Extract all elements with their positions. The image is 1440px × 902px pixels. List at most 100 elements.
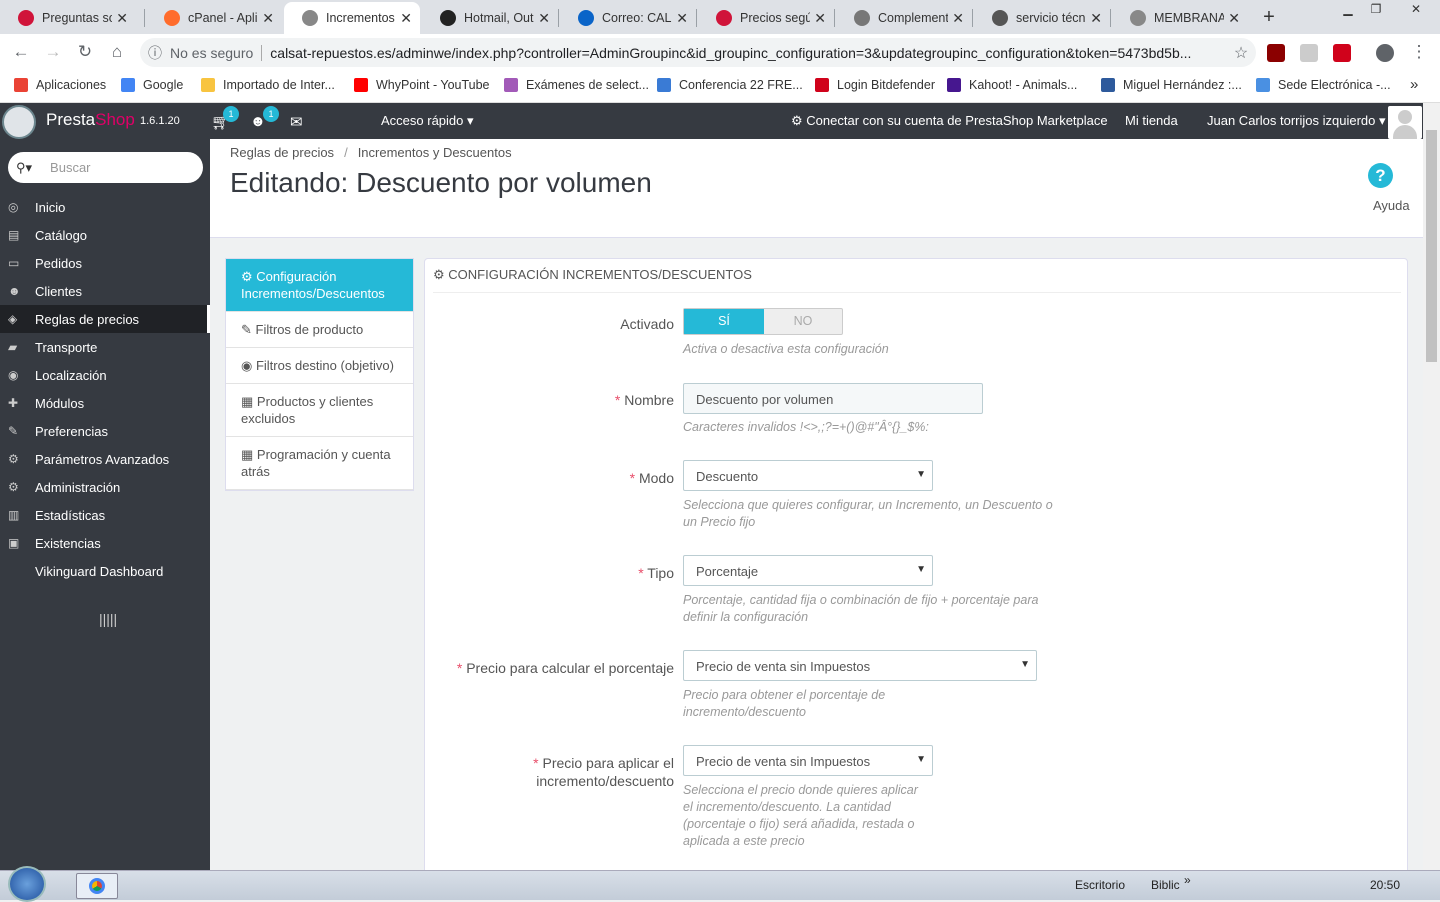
tipo-select[interactable]: Porcentaje ▼ <box>683 555 933 586</box>
browser-toolbar: ← → ↻ ⌂ ⓘ No es seguro calsat-repuestos.… <box>0 34 1440 70</box>
extension-icon[interactable] <box>1300 44 1318 62</box>
config-tab[interactable]: ▦ Programación y cuenta atrás <box>226 437 413 490</box>
search-input[interactable]: ⚲▾ Buscar <box>8 152 203 183</box>
new-tab-button[interactable]: + <box>1256 6 1282 30</box>
bookmark-item[interactable]: Sede Electrónica -... <box>1256 78 1391 92</box>
back-icon[interactable]: ← <box>10 42 32 64</box>
search-icon[interactable]: ⚲▾ <box>16 160 32 176</box>
sidebar-item[interactable]: ▤ Catálogo <box>0 221 210 249</box>
minimize-button[interactable]: ▁ <box>1334 0 1362 18</box>
chrome-taskbar-button[interactable] <box>76 873 118 899</box>
browser-tab[interactable]: cPanel - Aplic ✕ <box>146 2 282 34</box>
config-tab[interactable]: ▦ Productos y clientes excluidos <box>226 384 413 437</box>
bookmark-item[interactable]: Aplicaciones <box>14 78 106 92</box>
browser-tab[interactable]: Hotmail, Outl ✕ <box>422 2 558 34</box>
switch-yes[interactable]: SÍ <box>684 309 764 334</box>
activado-switch[interactable]: SÍ NO <box>683 308 843 335</box>
sidebar-item[interactable]: ◉ Localización <box>0 361 210 389</box>
sidebar-item[interactable]: ▣ Existencias <box>0 529 210 557</box>
browser-tab[interactable]: MEMBRANA P✕ <box>1112 2 1248 34</box>
page-scrollbar[interactable] <box>1423 103 1440 870</box>
browser-tab[interactable]: Complemento ✕ <box>836 2 972 34</box>
bookmark-item[interactable]: Conferencia 22 FRE... <box>657 78 803 92</box>
scrollbar-thumb[interactable] <box>1426 130 1437 362</box>
browser-tab[interactable]: Correo: CAL-S ✕ <box>560 2 696 34</box>
precio-calcular-select[interactable]: Precio de venta sin Impuestos ▼ <box>683 650 1037 681</box>
sidebar-item[interactable]: ▰ Transporte <box>0 333 210 361</box>
collapse-menu-icon[interactable]: ||||| <box>99 611 117 627</box>
info-icon[interactable]: ⓘ <box>140 43 170 63</box>
sidebar-item[interactable]: ⚙ Parámetros Avanzados <box>0 445 210 473</box>
modo-select[interactable]: Descuento ▼ <box>683 460 933 491</box>
sidebar-item[interactable]: ◎ Inicio <box>0 193 210 221</box>
home-icon[interactable]: ⌂ <box>106 42 128 64</box>
close-tab-icon[interactable]: ✕ <box>952 10 964 27</box>
pdf-extension-icon[interactable] <box>1267 44 1285 62</box>
sidebar-item[interactable]: ▥ Estadísticas <box>0 501 210 529</box>
url-text[interactable]: calsat-repuestos.es/adminwe/index.php?co… <box>270 45 1226 61</box>
sidebar-item[interactable]: ◈ Reglas de precios <box>0 305 210 333</box>
star-icon[interactable]: ☆ <box>1226 43 1256 63</box>
desktop-toolbar[interactable]: Escritorio <box>1075 878 1125 892</box>
close-tab-icon[interactable]: ✕ <box>1228 10 1240 27</box>
close-tab-icon[interactable]: ✕ <box>400 10 412 27</box>
config-tab[interactable]: ◉ Filtros destino (objetivo) <box>226 348 413 384</box>
sidebar-item[interactable]: ▭ Pedidos <box>0 249 210 277</box>
sidebar-item[interactable]: ✚ Módulos <box>0 389 210 417</box>
brand-name[interactable]: PrestaShop <box>46 110 135 130</box>
breadcrumb-item[interactable]: Incrementos y Descuentos <box>358 145 512 160</box>
config-tab[interactable]: ✎ Filtros de producto <box>226 312 413 348</box>
help-label[interactable]: Ayuda <box>1373 198 1410 213</box>
bookmark-item[interactable]: WhyPoint - YouTube <box>354 78 490 92</box>
bookmark-item[interactable]: Miguel Hernández :... <box>1101 78 1242 92</box>
start-button[interactable] <box>8 866 46 902</box>
sidebar-item[interactable]: ☻ Clientes <box>0 277 210 305</box>
tab-separator <box>972 9 973 27</box>
bookmark-favicon-icon <box>947 78 961 92</box>
profile-icon[interactable] <box>1376 44 1394 62</box>
quick-access-menu[interactable]: Acceso rápido ▾ <box>381 113 474 129</box>
bookmark-item[interactable]: Google <box>121 78 183 92</box>
employee-menu[interactable]: Juan Carlos torrijos izquierdo ▾ <box>1207 113 1386 129</box>
close-tab-icon[interactable]: ✕ <box>262 10 274 27</box>
close-tab-icon[interactable]: ✕ <box>116 10 128 27</box>
close-tab-icon[interactable]: ✕ <box>814 10 826 27</box>
browser-tab[interactable]: Precios según✕ <box>698 2 834 34</box>
close-tab-icon[interactable]: ✕ <box>1090 10 1102 27</box>
toolbar-more[interactable]: » <box>1184 873 1191 887</box>
bookmark-item[interactable]: Exámenes de select... <box>504 78 649 92</box>
browser-tab[interactable]: Preguntas sob✕ <box>0 2 136 34</box>
close-tab-icon[interactable]: ✕ <box>538 10 550 27</box>
config-tab[interactable]: ⚙ Configuración Incrementos/Descuentos <box>226 259 413 312</box>
precio-aplicar-select[interactable]: Precio de venta sin Impuestos ▼ <box>683 745 933 776</box>
marketplace-link[interactable]: ⚙ Conectar con su cuenta de PrestaShop M… <box>791 113 1108 129</box>
help-icon[interactable]: ? <box>1368 163 1393 188</box>
my-shop-link[interactable]: Mi tienda <box>1125 113 1178 128</box>
forward-icon[interactable]: → <box>42 42 64 64</box>
clock[interactable]: 20:50 <box>1370 878 1400 892</box>
address-bar[interactable]: ⓘ No es seguro calsat-repuestos.es/admin… <box>140 38 1256 67</box>
envelope-icon[interactable]: ✉ <box>290 113 303 131</box>
breadcrumb-item[interactable]: Reglas de precios <box>230 145 334 160</box>
sidebar-item[interactable]: ✎ Preferencias <box>0 417 210 445</box>
panel-heading: ⚙ CONFIGURACIÓN INCREMENTOS/DESCUENTOS <box>433 267 1401 293</box>
browser-tab[interactable]: servicio técnic ✕ <box>974 2 1110 34</box>
close-tab-icon[interactable]: ✕ <box>676 10 688 27</box>
sidebar-item[interactable]: ⚙ Administración <box>0 473 210 501</box>
switch-no[interactable]: NO <box>764 309 842 334</box>
close-window-button[interactable]: ✕ <box>1398 0 1434 18</box>
bookmark-item[interactable]: Login Bitdefender <box>815 78 935 92</box>
bookmark-item[interactable]: Kahoot! - Animals... <box>947 78 1077 92</box>
nombre-input[interactable]: Descuento por volumen <box>683 383 983 414</box>
avatar[interactable] <box>1388 106 1422 139</box>
menu-icon[interactable]: ⋮ <box>1408 42 1430 64</box>
bookmarks-more-button[interactable]: » <box>1410 76 1418 93</box>
prestashop-logo-icon[interactable] <box>2 105 36 139</box>
browser-tab[interactable]: Incrementos y ✕ <box>284 2 420 34</box>
sidebar-item[interactable]: Vikinguard Dashboard <box>0 557 210 585</box>
library-toolbar[interactable]: Biblic <box>1151 878 1180 892</box>
reload-icon[interactable]: ↻ <box>74 42 96 64</box>
restore-button[interactable]: ❐ <box>1362 0 1390 18</box>
bookmark-item[interactable]: Importado de Inter... <box>201 78 335 92</box>
bitdefender-extension-icon[interactable] <box>1333 44 1351 62</box>
